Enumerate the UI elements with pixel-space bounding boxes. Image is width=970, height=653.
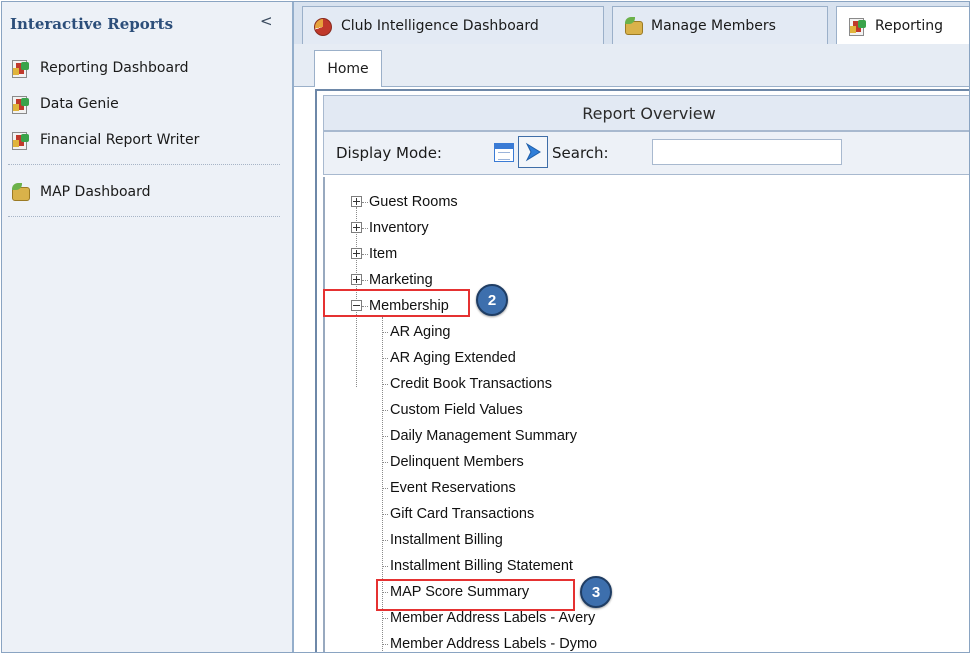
tree-node-label: Item <box>369 246 398 262</box>
report-toolbar: Display Mode: Search: <box>323 131 969 175</box>
tree-node-item[interactable]: Item <box>349 243 397 265</box>
tree-leaf-label: Event Reservations <box>390 480 516 496</box>
report-chart-icon <box>847 17 869 36</box>
report-chart-icon <box>10 95 32 114</box>
sidebar-item-financial-report-writer[interactable]: Financial Report Writer <box>10 128 199 152</box>
calendar-view-icon[interactable] <box>494 143 514 162</box>
tree-node-label: Guest Rooms <box>369 194 458 210</box>
tree-leaf-label: Custom Field Values <box>390 402 523 418</box>
tree-leaf-installment-billing-statement[interactable]: Installment Billing Statement <box>382 555 573 577</box>
tree-leaf-gift-card-transactions[interactable]: Gift Card Transactions <box>382 503 534 525</box>
step-badge-3: 3 <box>580 576 612 608</box>
subtab-bar: Home <box>294 44 969 87</box>
tab-manage-members[interactable]: Manage Members <box>612 6 828 44</box>
sidebar-item-reporting-dashboard[interactable]: Reporting Dashboard <box>10 56 188 80</box>
tree-leaf-label: Delinquent Members <box>390 454 524 470</box>
money-bag-icon <box>10 183 32 201</box>
search-label: Search: <box>552 144 609 162</box>
highlight-box-map-score-summary <box>376 579 575 611</box>
sidebar-title: Interactive Reports <box>10 15 174 33</box>
expand-icon[interactable] <box>351 222 362 233</box>
tree-node-label: Inventory <box>369 220 429 236</box>
expand-icon[interactable] <box>351 196 362 207</box>
sidebar-header: Interactive Reports < <box>2 2 292 44</box>
highlight-box-membership <box>323 289 470 317</box>
tree-leaf-delinquent-members[interactable]: Delinquent Members <box>382 451 524 473</box>
sidebar-divider <box>8 164 280 165</box>
money-bag-icon <box>623 16 645 35</box>
report-overview-header: Report Overview <box>323 95 969 131</box>
tree-node-inventory[interactable]: Inventory <box>349 217 429 239</box>
sidebar-divider <box>8 216 280 217</box>
tree-leaf-label: AR Aging Extended <box>390 350 516 366</box>
expand-icon[interactable] <box>351 274 362 285</box>
tree-leaf-custom-field-values[interactable]: Custom Field Values <box>382 399 523 421</box>
expand-icon[interactable] <box>351 248 362 259</box>
tree-leaf-installment-billing[interactable]: Installment Billing <box>382 529 503 551</box>
display-mode-label: Display Mode: <box>336 144 442 162</box>
tab-label: Club Intelligence Dashboard <box>341 17 539 34</box>
tree-leaf-member-address-labels-dymo[interactable]: Member Address Labels - Dymo <box>382 633 598 652</box>
tree-leaf-label: Daily Management Summary <box>390 428 577 444</box>
sidebar-item-map-dashboard[interactable]: MAP Dashboard <box>10 180 151 204</box>
tab-bar: Club Intelligence Dashboard Manage Membe… <box>294 2 969 45</box>
app-window: Interactive Reports < Reporting Dashboar… <box>1 1 970 653</box>
play-arrow-icon[interactable] <box>518 136 548 168</box>
collapse-icon[interactable]: < <box>260 12 273 30</box>
sidebar-item-label: Financial Report Writer <box>40 132 200 148</box>
tree-leaf-label: Gift Card Transactions <box>390 506 535 522</box>
tree-node-guest-rooms[interactable]: Guest Rooms <box>349 191 458 213</box>
tree-leaf-label: Credit Book Transactions <box>390 376 552 392</box>
report-panel: Report Overview Display Mode: Search: Gu… <box>315 89 969 652</box>
sidebar-item-data-genie[interactable]: Data Genie <box>10 92 119 116</box>
pie-chart-icon <box>313 17 335 36</box>
sidebar: Interactive Reports < Reporting Dashboar… <box>2 2 294 652</box>
tree-leaf-label: Installment Billing Statement <box>390 558 573 574</box>
tab-label: Reporting <box>875 17 944 34</box>
tree-node-label: Marketing <box>369 272 433 288</box>
report-chart-icon <box>10 131 32 150</box>
sidebar-item-label: Data Genie <box>40 96 119 112</box>
search-input[interactable] <box>652 139 842 165</box>
tree-leaf-daily-management-summary[interactable]: Daily Management Summary <box>382 425 577 447</box>
tree-leaf-label: AR Aging <box>390 324 451 340</box>
tab-reporting[interactable]: Reporting <box>836 6 969 44</box>
tab-home[interactable]: Home <box>314 50 382 87</box>
sidebar-item-label: MAP Dashboard <box>40 184 151 200</box>
tab-club-intelligence-dashboard[interactable]: Club Intelligence Dashboard <box>302 6 604 44</box>
tree-leaf-ar-aging[interactable]: AR Aging <box>382 321 450 343</box>
tree-node-marketing[interactable]: Marketing <box>349 269 433 291</box>
tab-label: Manage Members <box>651 17 776 34</box>
sidebar-item-label: Reporting Dashboard <box>40 60 189 76</box>
tree-leaf-label: Installment Billing <box>390 532 503 548</box>
step-badge-2: 2 <box>476 284 508 316</box>
tree-leaf-label: Member Address Labels - Dymo <box>390 636 598 652</box>
tree-leaf-ar-aging-extended[interactable]: AR Aging Extended <box>382 347 516 369</box>
tree-leaf-label: Member Address Labels - Avery <box>390 610 596 626</box>
tree-leaf-credit-book-transactions[interactable]: Credit Book Transactions <box>382 373 552 395</box>
tree-leaf-event-reservations[interactable]: Event Reservations <box>382 477 516 499</box>
report-chart-icon <box>10 59 32 78</box>
